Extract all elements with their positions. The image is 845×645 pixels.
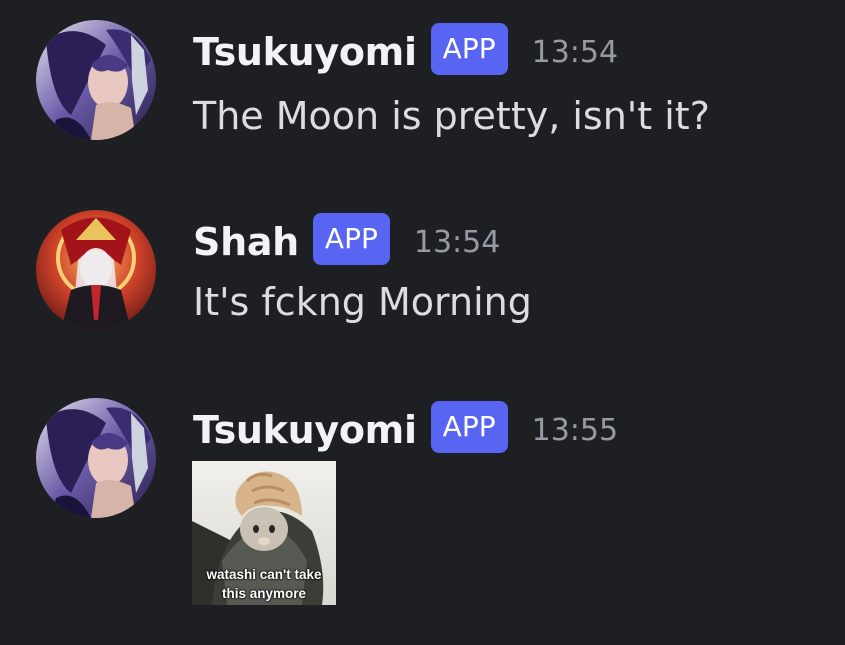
app-badge: APP — [312, 213, 390, 265]
message-3: Tsukuyomi APP 13:55 watashi can't take t… — [0, 380, 845, 645]
caption-line-1: watashi can't take — [206, 567, 322, 582]
message-header: Tsukuyomi APP 13:55 — [193, 401, 618, 458]
tsukuyomi-avatar[interactable] — [36, 398, 156, 518]
tsukuyomi-avatar[interactable] — [36, 20, 156, 140]
message-content: The Moon is pretty, isn't it? — [193, 94, 710, 138]
avatar-image — [36, 210, 156, 330]
app-badge: APP — [430, 23, 508, 75]
message-header: Tsukuyomi APP 13:54 — [193, 23, 618, 80]
timestamp[interactable]: 13:54 — [532, 35, 618, 70]
timestamp[interactable]: 13:55 — [532, 413, 618, 448]
avatar-image — [36, 398, 156, 518]
app-badge: APP — [430, 401, 508, 453]
message-content: It's fckng Morning — [193, 280, 532, 324]
image-attachment[interactable]: watashi can't take this anymore — [192, 461, 336, 605]
avatar-image — [36, 20, 156, 140]
shah-avatar[interactable] — [36, 210, 156, 330]
meme-caption: watashi can't take this anymore — [192, 565, 336, 603]
username[interactable]: Shah — [193, 220, 299, 264]
message-2: Shah APP 13:54 It's fckng Morning — [0, 190, 845, 370]
username[interactable]: Tsukuyomi — [193, 408, 417, 452]
message-header: Shah APP 13:54 — [193, 213, 500, 270]
caption-line-2: this anymore — [221, 586, 307, 601]
username[interactable]: Tsukuyomi — [193, 30, 417, 74]
message-1: Tsukuyomi APP 13:54 The Moon is pretty, … — [0, 0, 845, 180]
timestamp[interactable]: 13:54 — [414, 225, 500, 260]
